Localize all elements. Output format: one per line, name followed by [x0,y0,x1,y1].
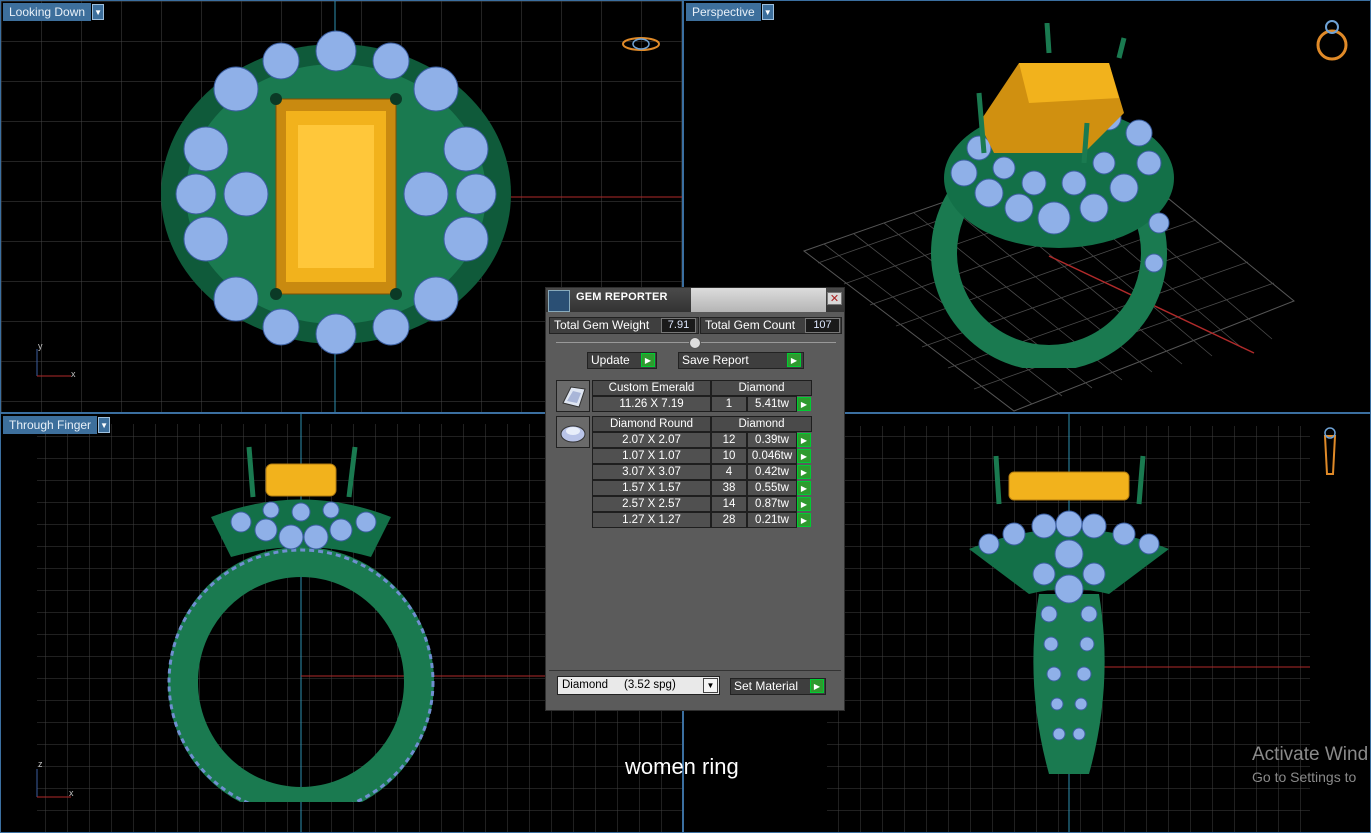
gem-weight: 0.046tw [747,448,797,464]
axis-label-x: x [69,788,74,798]
ring-front-view [969,455,1169,774]
gem-count: 28 [711,512,747,528]
gem-weight: 0.42tw [747,464,797,480]
ring-view-icon [1316,20,1348,61]
gem-count: 4 [711,464,747,480]
gem-count: 38 [711,480,747,496]
group-material-header: Diamond [711,380,812,396]
play-icon[interactable]: ▶ [797,465,811,479]
axis-label-z: z [38,759,43,769]
ring-side-view [167,446,435,802]
axis-label-x: x [71,369,76,379]
viewport-label-text: Perspective [686,3,761,21]
viewport-label-through-finger[interactable]: Through Finger ▼ [3,416,111,434]
ring-top-view [161,30,511,355]
play-icon[interactable]: ▶ [797,449,811,463]
viewport-label-text: Looking Down [3,3,92,21]
group-shape-header: Custom Emerald [592,380,711,396]
play-icon[interactable]: ▶ [797,497,811,511]
ring-view-icon [1323,427,1337,475]
viewport-label-looking-down[interactable]: Looking Down ▼ [3,3,105,21]
gem-size: 1.27 X 1.27 [592,512,711,528]
save-report-button-label: Save Report [682,353,749,367]
gem-size: 2.57 X 2.57 [592,496,711,512]
gem-weight: 0.39tw [747,432,797,448]
close-icon[interactable]: ✕ [827,292,842,305]
watermark-line2: Go to Settings to [1252,769,1357,785]
gem-size: 1.07 X 1.07 [592,448,711,464]
dialog-title: GEM REPORTER [576,291,668,303]
gem-weight: 0.55tw [747,480,797,496]
dialog-title-bar[interactable]: GEM REPORTER ✕ [546,288,844,312]
gem-size: 3.07 X 3.07 [592,464,711,480]
collapse-toggle[interactable] [689,337,701,349]
update-button-label: Update [591,353,630,367]
viewport-label-text: Through Finger [3,416,98,434]
activate-windows-watermark: Activate Wind Go to Settings to [1252,744,1368,788]
play-icon[interactable]: ▶ [797,433,811,447]
gem-size: 1.57 X 1.57 [592,480,711,496]
ring-perspective-view [931,23,1174,368]
gem-count: 14 [711,496,747,512]
set-material-button-label: Set Material [734,679,799,693]
gem-size: 2.07 X 2.07 [592,432,711,448]
material-select[interactable]: Diamond (3.52 spg) ▼ [557,676,720,695]
chevron-down-icon[interactable]: ▼ [761,4,774,20]
ring-view-icon [622,37,660,51]
save-report-button[interactable]: Save Report [678,352,804,369]
viewport-label-perspective[interactable]: Perspective ▼ [686,3,774,21]
caption-text: women ring [625,754,739,779]
gem-count: 12 [711,432,747,448]
play-icon[interactable]: ▶ [787,353,801,367]
emerald-gem-icon [556,380,590,412]
gem-count: 1 [711,396,747,412]
separator [549,670,841,671]
group-shape-header: Diamond Round [592,416,711,432]
total-gem-count-value: 107 [805,318,840,333]
play-icon[interactable]: ▶ [641,353,655,367]
play-icon[interactable]: ▶ [797,397,811,411]
gem-weight: 5.41tw [747,396,797,412]
material-select-value: Diamond (3.52 spg) [562,679,676,691]
play-icon[interactable]: ▶ [810,679,824,693]
chevron-down-icon[interactable]: ▼ [92,4,105,20]
chevron-down-icon[interactable]: ▼ [703,678,718,693]
round-gem-icon [556,416,590,448]
chevron-down-icon[interactable]: ▼ [98,417,111,433]
gem-size: 11.26 X 7.19 [592,396,711,412]
axis-label-y: y [38,341,43,351]
play-icon[interactable]: ▶ [797,481,811,495]
gem-count: 10 [711,448,747,464]
gem-weight: 0.21tw [747,512,797,528]
group-material-header: Diamond [711,416,812,432]
gem-weight: 0.87tw [747,496,797,512]
title-bar-fill [691,288,826,312]
gem-reporter-logo-icon [548,290,570,312]
total-gem-weight-value: 7.91 [661,318,696,333]
play-icon[interactable]: ▶ [797,513,811,527]
gem-reporter-dialog[interactable]: GEM REPORTER ✕ Total Gem Weight 7.91 Tot… [545,287,845,711]
watermark-line1: Activate Wind [1252,744,1369,765]
